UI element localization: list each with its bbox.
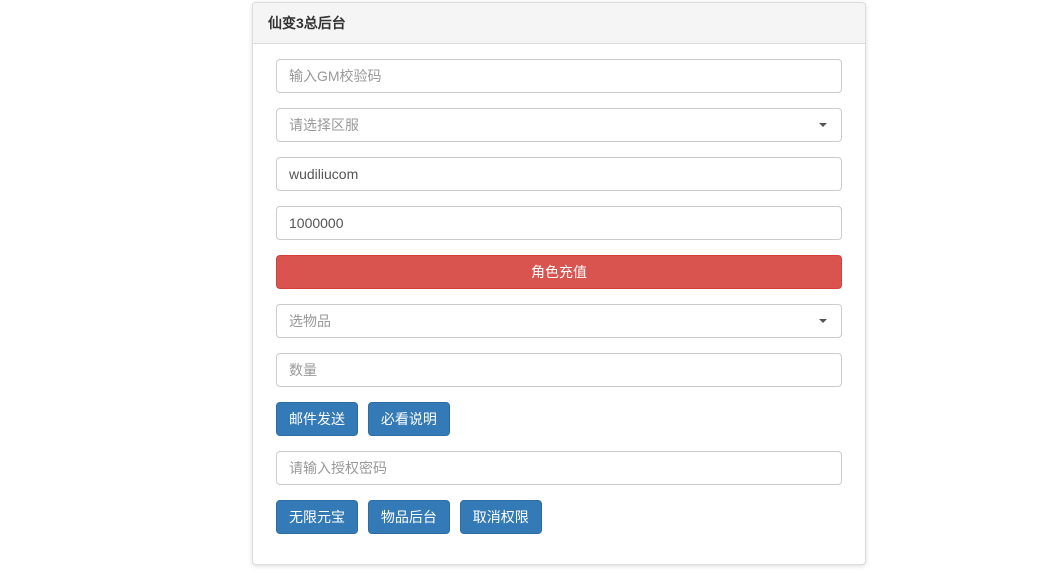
chevron-down-icon (819, 123, 827, 127)
must-read-button[interactable]: 必看说明 (368, 402, 450, 436)
admin-panel: 仙变3总后台 请选择区服 角色充值 选物品 (252, 2, 866, 565)
panel-body: 请选择区服 角色充值 选物品 邮件发送 必看说明 (253, 44, 865, 564)
gm-code-input[interactable] (276, 59, 842, 93)
quantity-input[interactable] (276, 353, 842, 387)
chevron-down-icon (819, 319, 827, 323)
item-backend-button[interactable]: 物品后台 (368, 500, 450, 534)
amount-input[interactable] (276, 206, 842, 240)
item-select-placeholder: 选物品 (289, 311, 331, 331)
item-select[interactable]: 选物品 (276, 304, 842, 338)
unlimited-yuanbao-button[interactable]: 无限元宝 (276, 500, 358, 534)
recharge-button[interactable]: 角色充值 (276, 255, 842, 289)
username-input[interactable] (276, 157, 842, 191)
panel-title: 仙变3总后台 (253, 3, 865, 44)
cancel-permission-button[interactable]: 取消权限 (460, 500, 542, 534)
auth-password-input[interactable] (276, 451, 842, 485)
server-select[interactable]: 请选择区服 (276, 108, 842, 142)
server-select-placeholder: 请选择区服 (289, 115, 359, 135)
mail-send-button[interactable]: 邮件发送 (276, 402, 358, 436)
